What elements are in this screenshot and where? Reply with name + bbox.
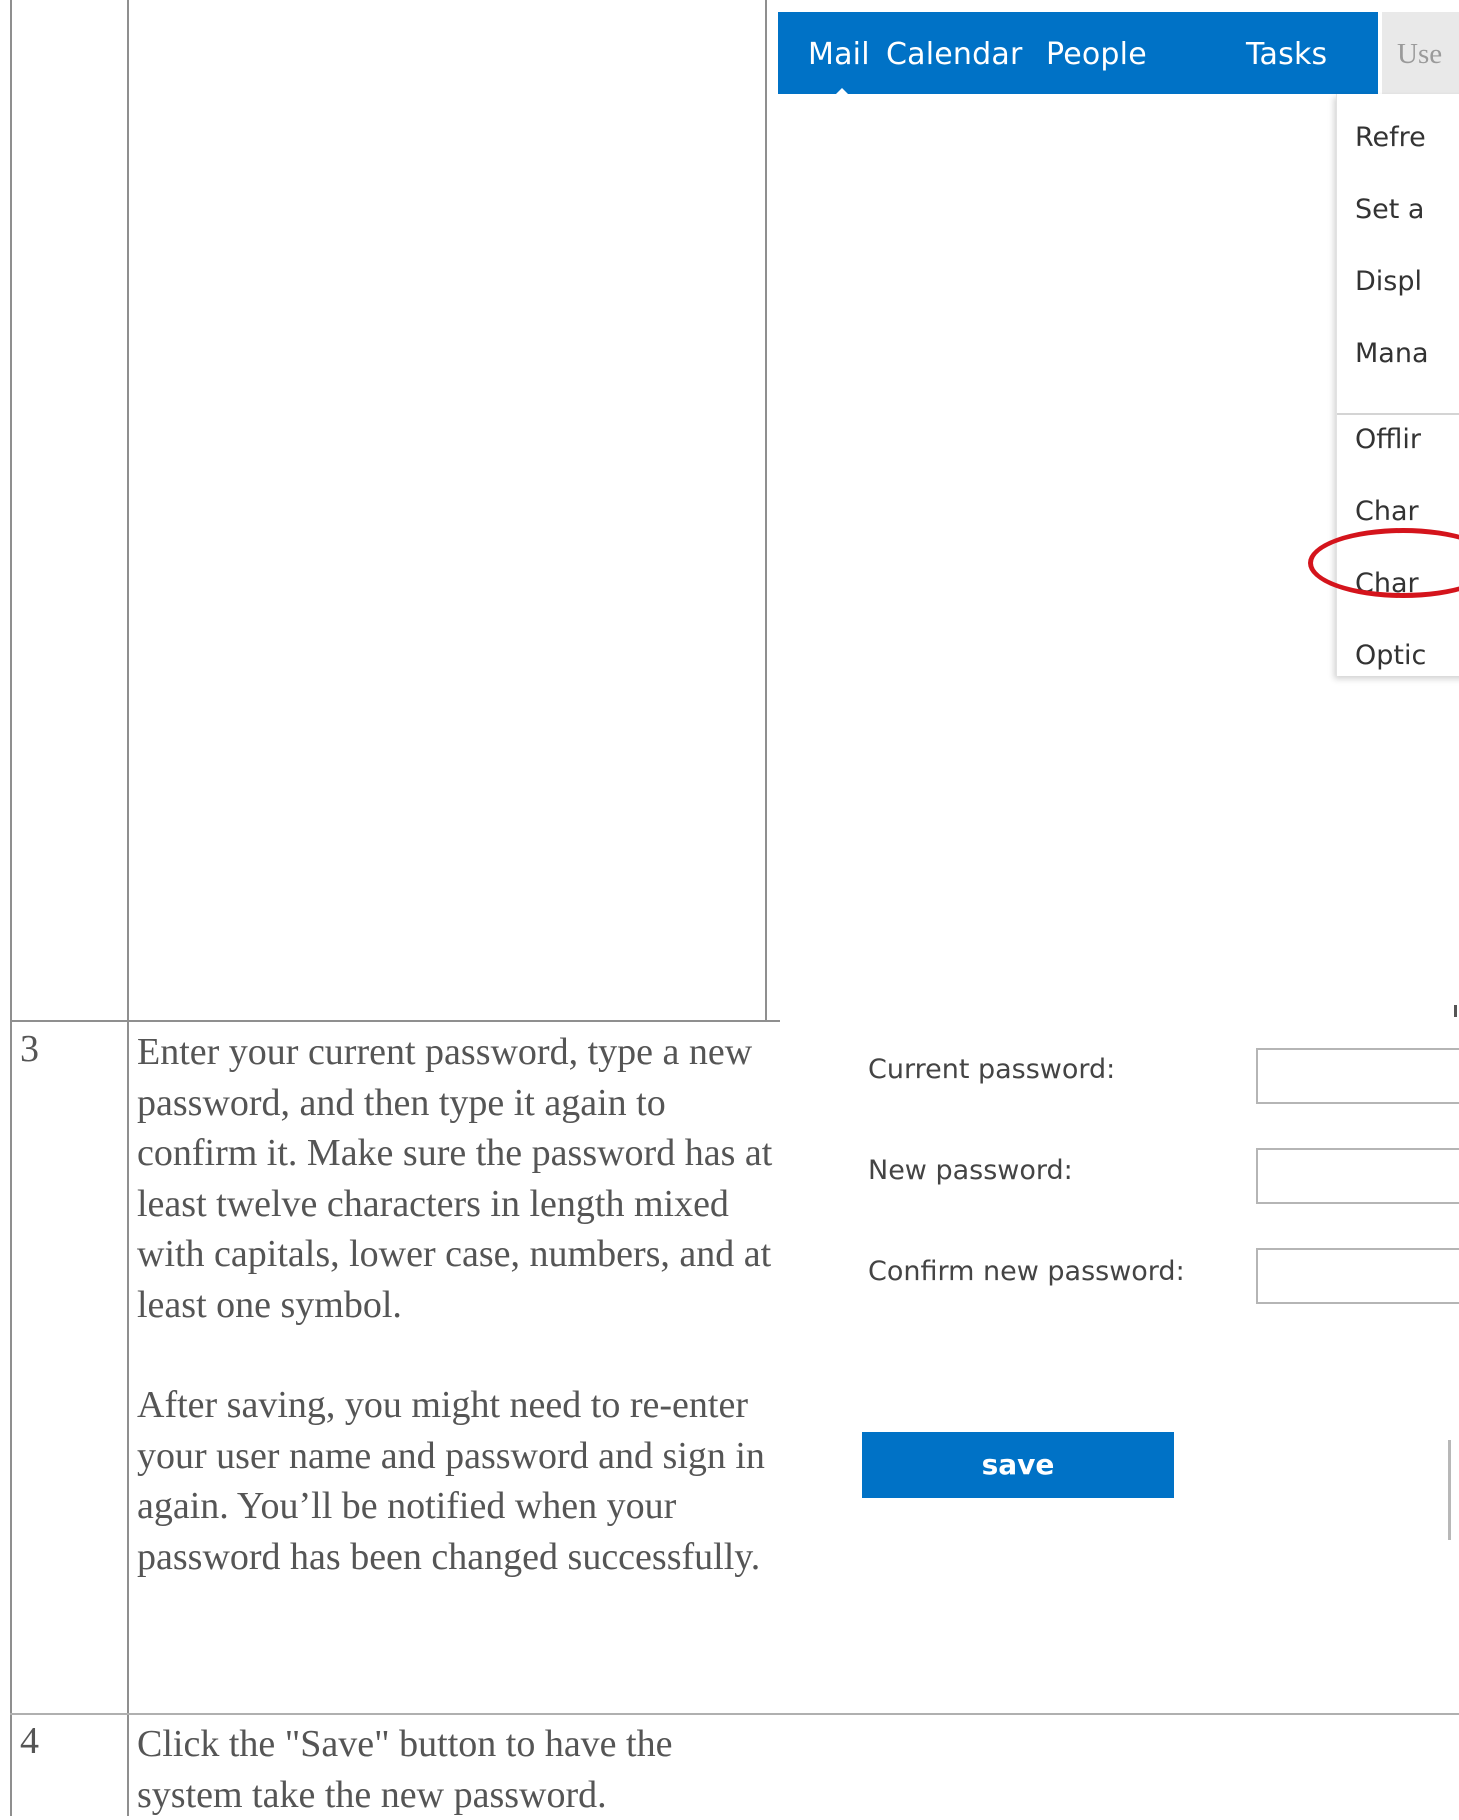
edge-mark [1454, 1005, 1457, 1017]
menu-item-set-automatic-replies[interactable]: Set a [1355, 194, 1424, 225]
step-instructions: Click the "Save" button to have the syst… [137, 1723, 673, 1816]
step-paragraph: Enter your current password, type a new … [137, 1031, 773, 1326]
menu-divider [1337, 413, 1459, 415]
menu-item-offline-settings[interactable]: Offlir [1355, 424, 1421, 455]
confirm-password-input[interactable] [1256, 1248, 1459, 1304]
new-password-input[interactable] [1256, 1148, 1459, 1204]
table-left-border [10, 0, 12, 1816]
nav-mail[interactable]: Mail [808, 37, 870, 72]
change-password-form-screenshot: Current password: New password: Confirm … [786, 1020, 1459, 1590]
menu-item-display-settings[interactable]: Displ [1355, 266, 1422, 297]
nav-people[interactable]: People [1046, 37, 1147, 72]
highlight-circle-annotation [1308, 528, 1459, 598]
new-password-label: New password: [868, 1155, 1073, 1186]
step-paragraph: After saving, you might need to re-enter… [137, 1384, 765, 1578]
table-row-divider [10, 1713, 1459, 1715]
edge-mark [1448, 1440, 1451, 1540]
selected-caret-icon [835, 88, 849, 95]
step-number: 4 [20, 1720, 39, 1762]
step-instructions: Enter your current password, type a new … [137, 1027, 777, 1582]
save-button[interactable]: save [862, 1432, 1174, 1498]
table-row-divider [10, 1020, 780, 1022]
outlook-menu-screenshot: Mail Calendar People Tasks Use Refre Set… [778, 12, 1459, 1012]
table-right-border [765, 0, 767, 1022]
table-column-divider [127, 0, 129, 1816]
current-password-label: Current password: [868, 1054, 1116, 1085]
current-password-input[interactable] [1256, 1048, 1459, 1104]
nav-tasks[interactable]: Tasks [1246, 37, 1327, 72]
menu-item-refresh[interactable]: Refre [1355, 122, 1426, 153]
confirm-password-label: Confirm new password: [868, 1256, 1185, 1287]
nav-calendar[interactable]: Calendar [886, 37, 1023, 72]
menu-item-options[interactable]: Optic [1355, 640, 1426, 671]
user-menu-tab[interactable]: Use [1382, 12, 1459, 94]
menu-item-change-theme[interactable]: Char [1355, 496, 1419, 527]
user-tab-label: Use [1397, 38, 1443, 70]
menu-item-manage-apps[interactable]: Mana [1355, 338, 1429, 369]
step-number: 3 [20, 1028, 39, 1070]
top-nav-bar: Mail Calendar People Tasks [778, 12, 1378, 95]
